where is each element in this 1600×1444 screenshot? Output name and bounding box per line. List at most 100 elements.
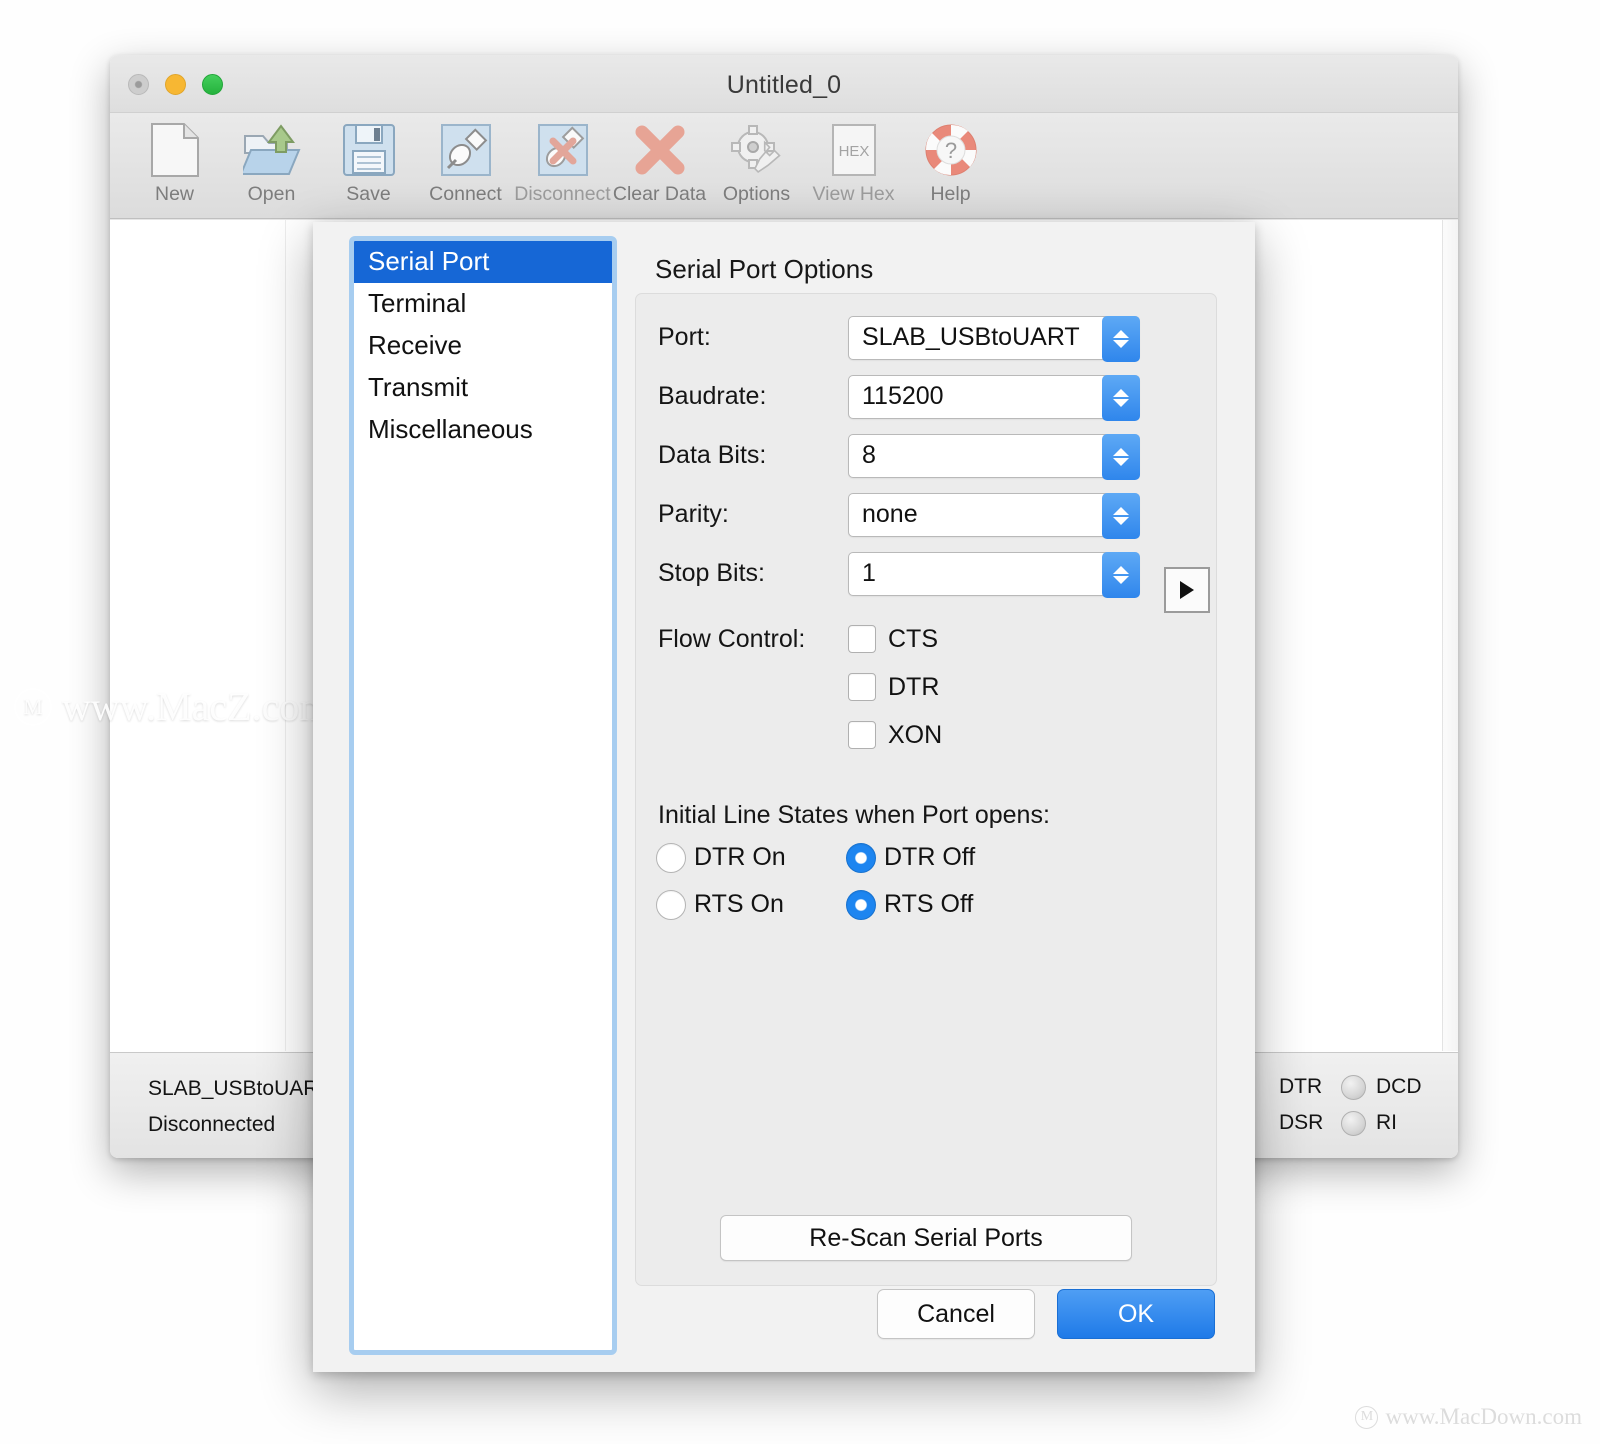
led-label-dcd: DCD [1376, 1075, 1428, 1099]
category-item-terminal[interactable]: Terminal [354, 283, 612, 325]
flow-control-row-cts: Flow Control: CTS [658, 615, 1216, 663]
gear-wrench-icon [726, 119, 788, 181]
toolbar-label-view-hex: View Hex [812, 183, 894, 206]
flow-control-row-dtr: DTR [658, 663, 1216, 711]
flow-control-section: Flow Control: CTS DTR XON [636, 615, 1216, 759]
window-title: Untitled_0 [110, 71, 1458, 100]
radio-dtr-on[interactable] [656, 843, 686, 873]
stop-bits-stepper-icon[interactable] [1102, 552, 1140, 598]
category-item-serial-port[interactable]: Serial Port [354, 241, 612, 283]
parity-combobox[interactable]: none [848, 493, 1140, 537]
panel-title: Serial Port Options [655, 254, 1217, 285]
led-row-dsr-ri: DSR RI [1279, 1105, 1428, 1141]
radio-option-rts-off[interactable]: RTS Off [846, 890, 1036, 920]
radio-label-dtr-on: DTR On [694, 843, 786, 872]
stop-bits-combobox[interactable]: 1 [848, 552, 1140, 596]
toolbar-button-open[interactable]: Open [223, 113, 320, 206]
baudrate-combobox[interactable]: 115200 [848, 375, 1140, 419]
led-label-ri: RI [1376, 1111, 1428, 1135]
checkbox-label-cts: CTS [888, 625, 938, 654]
radio-label-rts-off: RTS Off [884, 890, 973, 919]
radio-rts-off[interactable] [846, 890, 876, 920]
field-label-baudrate: Baudrate: [658, 382, 848, 411]
checkbox-dtr[interactable] [848, 673, 876, 701]
baudrate-stepper-icon[interactable] [1102, 375, 1140, 421]
terminal-left-gutter [110, 220, 286, 1051]
port-stepper-icon[interactable] [1102, 316, 1140, 362]
toolbar-label-help: Help [930, 183, 970, 206]
led-label-dtr: DTR [1279, 1075, 1331, 1099]
flow-control-row-xon: XON [658, 711, 1216, 759]
field-label-data-bits: Data Bits: [658, 441, 848, 470]
toolbar-button-options[interactable]: Options [708, 113, 805, 206]
save-floppy-icon [338, 119, 400, 181]
toolbar-button-save[interactable]: Save [320, 113, 417, 206]
status-bar-left: SLAB_USBtoUART Disconnected [148, 1071, 331, 1143]
radio-label-rts-on: RTS On [694, 890, 784, 919]
port-value: SLAB_USBtoUART [849, 323, 1080, 352]
field-row-stop-bits: Stop Bits: 1 [636, 544, 1216, 603]
checkbox-xon[interactable] [848, 721, 876, 749]
initial-line-states-title: Initial Line States when Port opens: [658, 801, 1216, 830]
toolbar: New Open [110, 113, 1458, 219]
toolbar-button-view-hex[interactable]: HEX View Hex [805, 113, 902, 206]
toolbar-button-clear-data[interactable]: Clear Data [611, 113, 708, 206]
options-category-list[interactable]: Serial Port Terminal Receive Transmit Mi… [349, 236, 617, 1355]
screen: Untitled_0 New [0, 0, 1600, 1444]
category-item-miscellaneous[interactable]: Miscellaneous [354, 409, 612, 451]
led-label-dsr: DSR [1279, 1111, 1331, 1135]
parity-value: none [849, 500, 918, 529]
connect-plug-icon [435, 119, 497, 181]
radio-option-dtr-off[interactable]: DTR Off [846, 843, 1036, 873]
toolbar-button-help[interactable]: ? Help [902, 113, 999, 206]
toolbar-label-disconnect: Disconnect [514, 183, 610, 206]
hex-icon: HEX [823, 119, 885, 181]
new-document-icon [144, 119, 206, 181]
svg-text:?: ? [944, 138, 956, 163]
stop-bits-value: 1 [849, 559, 876, 588]
port-expand-button[interactable] [1164, 567, 1210, 613]
rescan-serial-ports-button[interactable]: Re-Scan Serial Ports [720, 1215, 1132, 1261]
data-bits-combobox[interactable]: 8 [848, 434, 1140, 478]
vertical-scrollbar[interactable] [1442, 220, 1458, 1051]
ok-button[interactable]: OK [1057, 1289, 1215, 1339]
field-row-parity: Parity: none [636, 485, 1216, 544]
data-bits-value: 8 [849, 441, 876, 470]
toolbar-label-connect: Connect [429, 183, 502, 206]
led-indicator-dcd [1341, 1075, 1366, 1100]
radio-rts-on[interactable] [656, 890, 686, 920]
status-port-name: SLAB_USBtoUART [148, 1071, 331, 1107]
checkbox-cts[interactable] [848, 625, 876, 653]
svg-text:HEX: HEX [838, 143, 869, 160]
radio-option-dtr-on[interactable]: DTR On [656, 843, 846, 873]
watermark-right-badge-icon: M [1355, 1406, 1378, 1429]
cancel-button[interactable]: Cancel [877, 1289, 1035, 1339]
help-lifering-icon: ? [920, 119, 982, 181]
toolbar-label-open: Open [248, 183, 296, 206]
led-indicator-ri [1341, 1111, 1366, 1136]
field-label-parity: Parity: [658, 500, 848, 529]
serial-port-options-panel: Serial Port Options Port: SLAB_USBtoUART [635, 236, 1217, 1286]
field-label-stop-bits: Stop Bits: [658, 559, 848, 588]
checkbox-label-dtr: DTR [888, 673, 939, 702]
field-row-baudrate: Baudrate: 115200 [636, 367, 1216, 426]
toolbar-button-new[interactable]: New [126, 113, 223, 206]
toolbar-label-options: Options [723, 183, 790, 206]
initial-line-states-radios: DTR On DTR Off RTS On [656, 834, 1216, 928]
data-bits-stepper-icon[interactable] [1102, 434, 1140, 480]
field-row-data-bits: Data Bits: 8 [636, 426, 1216, 485]
category-item-receive[interactable]: Receive [354, 325, 612, 367]
radio-option-rts-on[interactable]: RTS On [656, 890, 846, 920]
radio-row-dtr: DTR On DTR Off [656, 834, 1216, 881]
toolbar-button-disconnect[interactable]: Disconnect [514, 113, 611, 206]
watermark-badge-icon: M [14, 688, 52, 726]
toolbar-label-new: New [155, 183, 194, 206]
port-combobox[interactable]: SLAB_USBtoUART [848, 316, 1140, 360]
radio-dtr-off[interactable] [846, 843, 876, 873]
rescan-button-wrapper: Re-Scan Serial Ports [636, 1215, 1216, 1261]
toolbar-label-save: Save [346, 183, 390, 206]
dialog-action-buttons: Cancel OK [877, 1289, 1215, 1339]
category-item-transmit[interactable]: Transmit [354, 367, 612, 409]
toolbar-button-connect[interactable]: Connect [417, 113, 514, 206]
parity-stepper-icon[interactable] [1102, 493, 1140, 539]
